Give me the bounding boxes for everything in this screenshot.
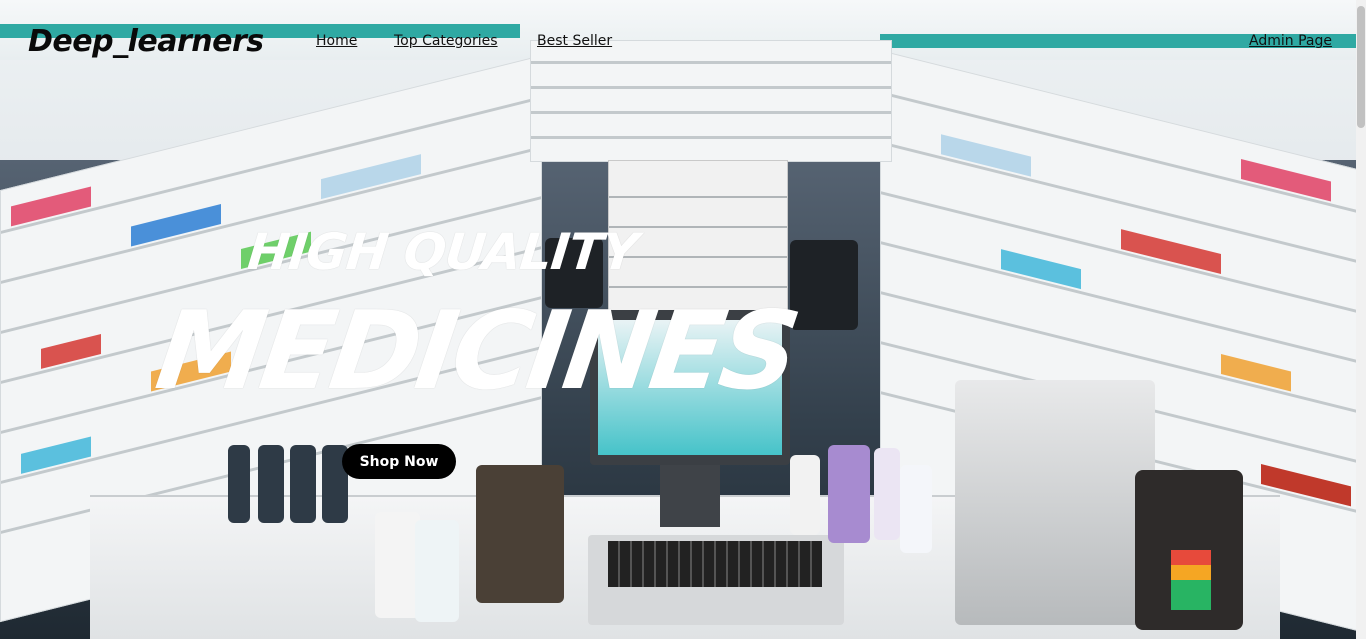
bottle — [415, 520, 459, 622]
chair — [790, 240, 858, 330]
bottle — [874, 448, 900, 540]
navbar: Deep_learners Home Top Categories Best S… — [0, 0, 1366, 80]
hero-subheading: High Quality — [244, 223, 641, 281]
medicine-box — [258, 445, 284, 523]
bottle — [828, 445, 870, 543]
monitor-stand — [660, 465, 720, 527]
nav-link-best-seller[interactable]: Best Seller — [537, 33, 612, 49]
bottle — [790, 455, 820, 535]
scrollbar-thumb[interactable] — [1357, 6, 1365, 128]
page-scrollbar[interactable] — [1356, 0, 1366, 639]
bottle — [900, 465, 932, 553]
medicine-box — [228, 445, 250, 523]
nav-link-admin-page[interactable]: Admin Page — [1249, 33, 1332, 49]
nav-link-home[interactable]: Home — [316, 33, 357, 49]
hero-heading: Medicines — [149, 289, 804, 414]
display-tray — [476, 465, 564, 603]
nav-link-top-categories[interactable]: Top Categories — [394, 33, 498, 49]
medicine-box — [290, 445, 316, 523]
cash-register — [955, 380, 1155, 625]
card-reader — [1135, 470, 1243, 630]
bottle — [375, 512, 420, 618]
site-logo[interactable]: Deep_learners — [28, 24, 264, 59]
keyboard — [588, 535, 844, 625]
hero-section: Deep_learners Home Top Categories Best S… — [0, 0, 1366, 639]
shop-now-button[interactable]: Shop Now — [342, 444, 456, 479]
